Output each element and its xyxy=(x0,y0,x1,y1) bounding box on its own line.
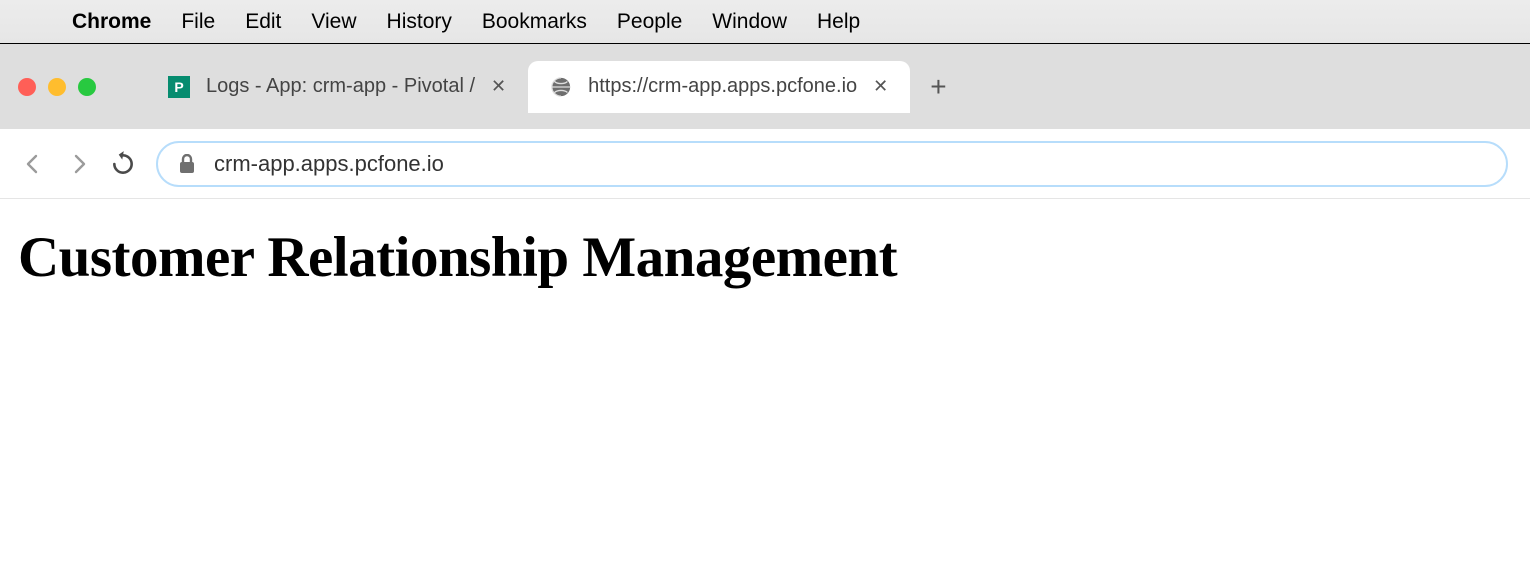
tab-close-button[interactable]: ✕ xyxy=(873,76,888,97)
back-button[interactable] xyxy=(22,152,46,176)
menu-view[interactable]: View xyxy=(311,10,356,34)
menu-edit[interactable]: Edit xyxy=(245,10,281,34)
favicon-globe-icon xyxy=(550,76,572,98)
window-controls xyxy=(18,78,96,96)
page-content: Customer Relationship Management xyxy=(0,199,1530,316)
reload-button[interactable] xyxy=(110,151,136,177)
tab-close-button[interactable]: ✕ xyxy=(491,76,506,97)
app-menu[interactable]: Chrome xyxy=(72,10,151,34)
address-bar[interactable]: crm-app.apps.pcfone.io xyxy=(156,141,1508,187)
lock-icon xyxy=(178,154,196,174)
browser-tab[interactable]: P Logs - App: crm-app - Pivotal / ✕ xyxy=(146,61,528,113)
menu-people[interactable]: People xyxy=(617,10,682,34)
tab-title: https://crm-app.apps.pcfone.io xyxy=(588,75,857,98)
menu-history[interactable]: History xyxy=(387,10,452,34)
url-text: crm-app.apps.pcfone.io xyxy=(214,151,444,177)
menu-bookmarks[interactable]: Bookmarks xyxy=(482,10,587,34)
menu-file[interactable]: File xyxy=(181,10,215,34)
macos-menubar: Chrome File Edit View History Bookmarks … xyxy=(0,0,1530,44)
window-minimize-button[interactable] xyxy=(48,78,66,96)
new-tab-button[interactable]: + xyxy=(910,71,966,103)
window-close-button[interactable] xyxy=(18,78,36,96)
tab-title: Logs - App: crm-app - Pivotal / xyxy=(206,75,475,98)
browser-tabstrip: P Logs - App: crm-app - Pivotal / ✕ http… xyxy=(0,44,1530,129)
favicon-pivotal-icon: P xyxy=(168,76,190,98)
page-heading: Customer Relationship Management xyxy=(18,225,1512,290)
browser-tab-active[interactable]: https://crm-app.apps.pcfone.io ✕ xyxy=(528,61,910,113)
browser-toolbar: crm-app.apps.pcfone.io xyxy=(0,129,1530,199)
window-zoom-button[interactable] xyxy=(78,78,96,96)
forward-button[interactable] xyxy=(66,152,90,176)
menu-help[interactable]: Help xyxy=(817,10,860,34)
menu-window[interactable]: Window xyxy=(712,10,787,34)
